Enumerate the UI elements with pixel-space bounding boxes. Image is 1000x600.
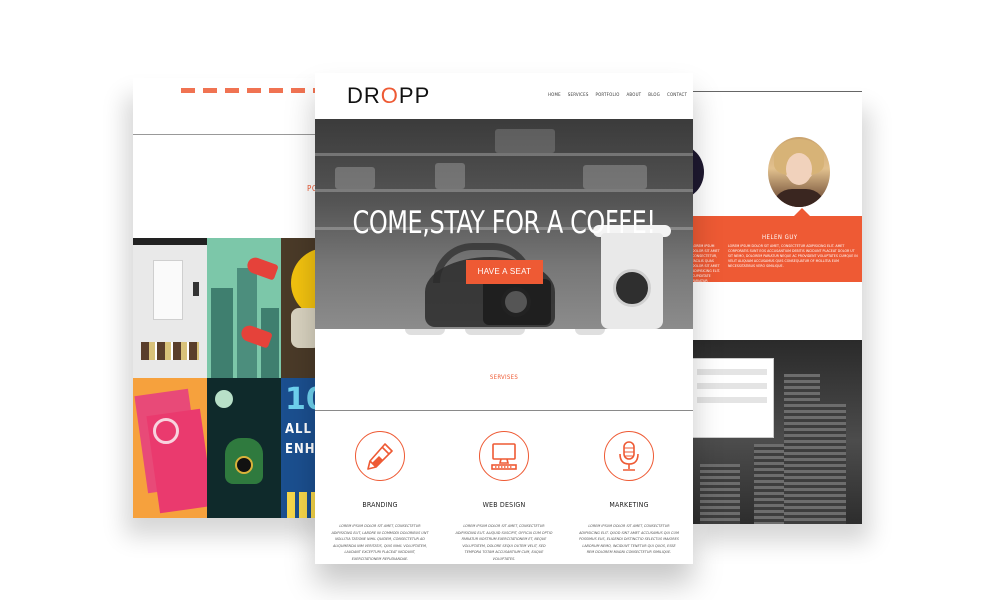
service-branding: BRANDING LOREM IPSUM DOLOR SIT AMET, CON… [320,431,440,562]
testimonial-name: HELEN GUY [762,234,798,241]
back-page-portfolio: PORTF 100 ALL NA ENHANCE [133,78,333,518]
portfolio-tile-sneaker-city[interactable] [207,238,281,378]
service-name: WEB DESIGN [482,501,526,509]
cup-logo [613,269,651,307]
avatar [768,137,830,207]
nav-blog[interactable]: BLOG [648,93,660,98]
city-background [690,340,862,524]
logo[interactable]: DROPP [347,83,430,109]
hero-bottom-strip [315,329,693,363]
service-marketing: MARKETING LOREM IPSUM DOLOR SIT AMET, CO… [569,431,689,556]
microphone-icon [604,431,654,481]
hero-section: COME,STAY FOR A COFFE! HAVE A SEAT [315,119,693,329]
logo-accent-letter: O [380,83,399,108]
service-web-design: WEB DESIGN LOREM IPSUM DOLOR SIT AMET, C… [444,431,564,562]
divider [133,134,333,135]
service-description: LOREM IPSUM DOLOR SIT AMET, CONSECTETUR … [331,523,429,561]
nav-portfolio[interactable]: PORTFOLIO [596,93,620,98]
services-title: SERVISES [489,374,519,381]
logo-text-1: DR [347,83,381,108]
nav-about[interactable]: ABOUT [627,93,642,98]
divider [315,410,693,411]
computer-icon [479,431,529,481]
testimonial-quote-partial: LOREM IPSUM DOLOR SIT AMET CONSECTETUR, … [692,244,722,288]
nav-services[interactable]: SERVICES [568,93,589,98]
testimonial-quote: LOREM IPSUM DOLOR SIT AMET, CONSECTETUR … [728,244,858,268]
contact-form[interactable] [690,358,774,438]
portfolio-grid: 100 ALL NA ENHANCE [133,238,333,518]
service-description: LOREM IPSUM DOLOR SIT AMET, CONSECTETUR … [579,523,679,554]
service-name: MARKETING [609,501,649,509]
hero-title: COME,STAY FOR A COFFE! [352,205,656,241]
nav-home[interactable]: HOME [548,93,561,98]
pencil-icon [355,431,405,481]
divider [690,91,862,92]
logo-text-2: PP [398,83,431,108]
service-name: BRANDING [362,501,398,509]
service-description: LOREM IPSUM DOLOR SIT AMET, CONSECTETUR … [455,523,553,561]
navbar: DROPP HOME SERVICES PORTFOLIO ABOUT BLOG… [315,73,693,119]
front-page: DROPP HOME SERVICES PORTFOLIO ABOUT BLOG… [315,73,693,564]
portfolio-tile-car[interactable] [207,378,281,518]
nav-menu: HOME SERVICES PORTFOLIO ABOUT BLOG CONTA… [548,93,687,98]
have-a-seat-button[interactable]: HAVE A SEAT [466,260,543,284]
portfolio-header-fragment [181,88,317,93]
back-page-testimonial: LOREM IPSUM DOLOR SIT AMET CONSECTETUR, … [690,91,862,524]
portfolio-tile-webpage[interactable] [133,238,207,378]
portfolio-tile-cards[interactable] [133,378,207,518]
nav-contact[interactable]: CONTACT [667,93,687,98]
